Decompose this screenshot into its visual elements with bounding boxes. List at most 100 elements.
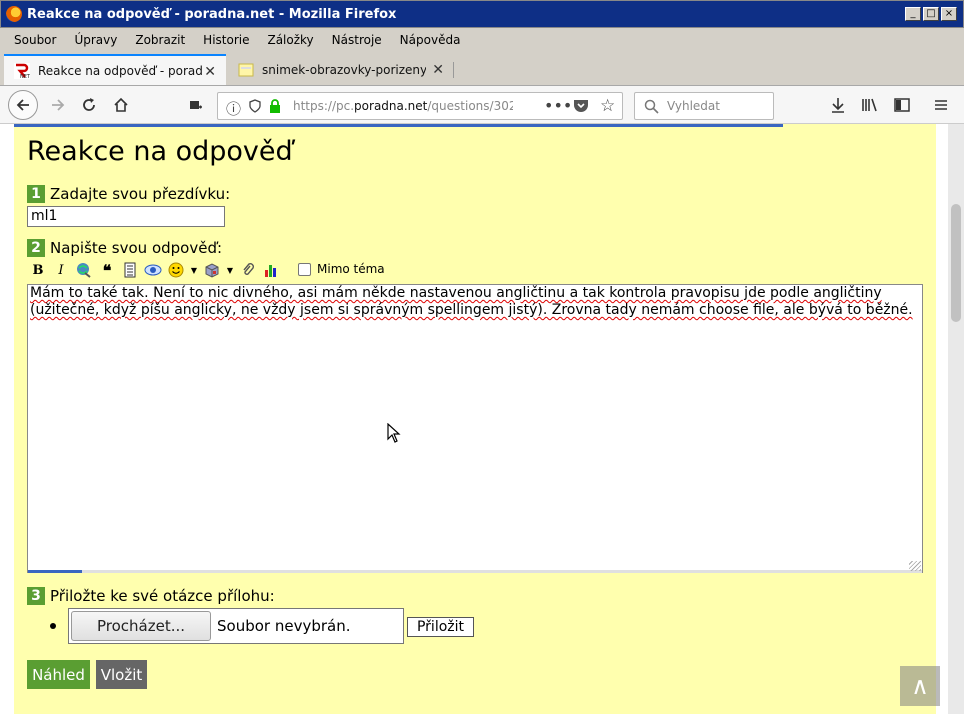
menu-zobrazit[interactable]: Zobrazit: [135, 33, 185, 47]
menu-soubor[interactable]: Soubor: [14, 33, 56, 47]
svg-text:NET: NET: [20, 74, 30, 79]
firefox-icon: [6, 6, 22, 22]
step-3-label: 3 Přiložte ke své otázce přílohu:: [27, 587, 275, 605]
lock-icon[interactable]: [268, 99, 282, 114]
page-title: Reakce na odpověď: [27, 136, 293, 167]
reload-icon: [83, 98, 95, 111]
upload-progress-bar: [28, 570, 922, 573]
tab-separator: [453, 62, 454, 78]
screenshot-extension-button[interactable]: [180, 90, 210, 120]
main-menu-button[interactable]: [926, 90, 956, 120]
close-tab-icon[interactable]: ✕: [432, 62, 444, 78]
pocket-icon[interactable]: [573, 99, 589, 114]
step-2-label: 2 Napište svou odpověď:: [27, 239, 222, 257]
tab-label: Reakce na odpověď - poradna: [38, 63, 202, 78]
tab-reakce[interactable]: NET Reakce na odpověď - poradna ✕: [4, 54, 226, 85]
mouse-cursor-icon: [387, 423, 401, 443]
vertical-scrollbar[interactable]: [948, 124, 964, 714]
list-bullet: [50, 623, 56, 629]
scroll-to-top-button[interactable]: ∧: [900, 666, 940, 706]
download-icon: [832, 98, 844, 113]
scrollbar-thumb[interactable]: [951, 204, 961, 322]
minimize-button[interactable]: _: [905, 7, 921, 21]
code-icon[interactable]: [119, 260, 141, 280]
home-icon: [114, 97, 128, 112]
tab-bar: NET Reakce na odpověď - poradna ✕ snimek…: [0, 52, 964, 86]
browse-button[interactable]: Procházet...: [71, 611, 211, 641]
menu-upravy[interactable]: Úpravy: [74, 33, 117, 47]
italic-icon[interactable]: I: [50, 260, 72, 280]
offtopic-label: Mimo téma: [317, 262, 385, 276]
url-bar[interactable]: ⓘ https://pc.poradna.net/questions/30274…: [217, 92, 623, 120]
tracking-shield-icon[interactable]: [248, 99, 262, 113]
search-placeholder: Vyhledat: [667, 99, 720, 113]
preview-eye-icon[interactable]: [142, 260, 164, 280]
nickname-input[interactable]: ml1: [27, 206, 225, 227]
step-3-text: Přiložte ke své otázce přílohu:: [50, 587, 275, 605]
menu-napoveda[interactable]: Nápověda: [400, 33, 461, 47]
tab-label: snimek-obrazovky-porizeny-2: [262, 62, 426, 77]
window-controls: _ □ ×: [905, 7, 957, 21]
no-file-text: Soubor nevybrán.: [217, 617, 351, 635]
answer-textarea[interactable]: Mám to také tak. Není to nic divného, as…: [27, 284, 923, 573]
search-icon: [644, 99, 659, 114]
url-text: https://pc.poradna.net/questions/30274: [293, 99, 513, 113]
library-button[interactable]: [855, 90, 885, 120]
sidebar-icon: [894, 98, 910, 112]
step-number-badge: 2: [27, 239, 45, 257]
smiley-icon[interactable]: [165, 260, 187, 280]
chart-icon[interactable]: [260, 260, 282, 280]
textarea-resize-handle[interactable]: [909, 561, 921, 571]
step-1-text: Zadajte svou přezdívku:: [50, 185, 231, 203]
url-prefix: https://pc.: [293, 99, 355, 113]
sidebar-button[interactable]: [887, 90, 917, 120]
step-2-text: Napište svou odpověď:: [50, 239, 223, 257]
package-dropdown-icon[interactable]: ▼: [224, 260, 236, 280]
library-icon: [862, 98, 877, 112]
maximize-button[interactable]: □: [923, 7, 939, 21]
menu-nastroje[interactable]: Nástroje: [332, 33, 382, 47]
submit-button[interactable]: Vložit: [96, 660, 147, 689]
package-icon[interactable]: [201, 260, 223, 280]
poradna-favicon-icon: NET: [14, 62, 30, 79]
step-1-label: 1 Zadajte svou přezdívku:: [27, 185, 230, 203]
menu-zalozky[interactable]: Záložky: [267, 33, 313, 47]
attachment-row: Procházet... Soubor nevybrán.: [50, 608, 404, 644]
bold-icon[interactable]: B: [27, 260, 49, 280]
file-input[interactable]: Procházet... Soubor nevybrán.: [68, 608, 404, 644]
link-icon[interactable]: [73, 260, 95, 280]
forward-arrow-icon: [52, 99, 65, 111]
preview-button[interactable]: Náhled: [27, 660, 90, 689]
home-button[interactable]: [106, 90, 136, 120]
search-input[interactable]: Vyhledat: [634, 92, 774, 120]
smiley-dropdown-icon[interactable]: ▼: [188, 260, 200, 280]
hamburger-menu-icon: [935, 100, 947, 110]
reload-button[interactable]: [74, 90, 104, 120]
url-domain: poradna.net: [354, 99, 428, 113]
image-file-icon: [238, 63, 254, 76]
paperclip-icon[interactable]: [237, 260, 259, 280]
extension-icon: [190, 101, 202, 109]
offtopic-toggle[interactable]: Mimo téma: [298, 262, 385, 276]
page-actions-icon[interactable]: •••: [544, 96, 572, 115]
bookmark-star-icon[interactable]: ☆: [600, 96, 615, 116]
menu-bar: Soubor Úpravy Zobrazit Historie Záložky …: [0, 28, 964, 52]
attach-button[interactable]: Přiložit: [407, 617, 474, 637]
forward-button[interactable]: [43, 90, 73, 120]
tab-snimek[interactable]: snimek-obrazovky-porizeny-2 ✕: [228, 54, 454, 85]
url-path: /questions/30274: [427, 99, 513, 113]
menu-historie[interactable]: Historie: [203, 33, 249, 47]
close-tab-icon[interactable]: ✕: [204, 64, 216, 80]
info-icon[interactable]: ⓘ: [226, 98, 241, 119]
quote-icon[interactable]: ❝: [96, 260, 118, 280]
downloads-button[interactable]: [823, 90, 853, 120]
back-arrow-icon: [16, 99, 29, 111]
back-button[interactable]: [8, 90, 38, 120]
window-title: Reakce na odpověď - poradna.net - Mozill…: [27, 6, 397, 22]
window-titlebar: Reakce na odpověď - poradna.net - Mozill…: [0, 0, 964, 28]
close-window-button[interactable]: ×: [941, 7, 957, 21]
offtopic-checkbox[interactable]: [298, 262, 311, 276]
editor-toolbar: B I ❝ ▼ ▼: [27, 259, 283, 281]
navigation-toolbar: ⓘ https://pc.poradna.net/questions/30274…: [0, 86, 964, 124]
step-number-badge: 1: [27, 185, 45, 203]
